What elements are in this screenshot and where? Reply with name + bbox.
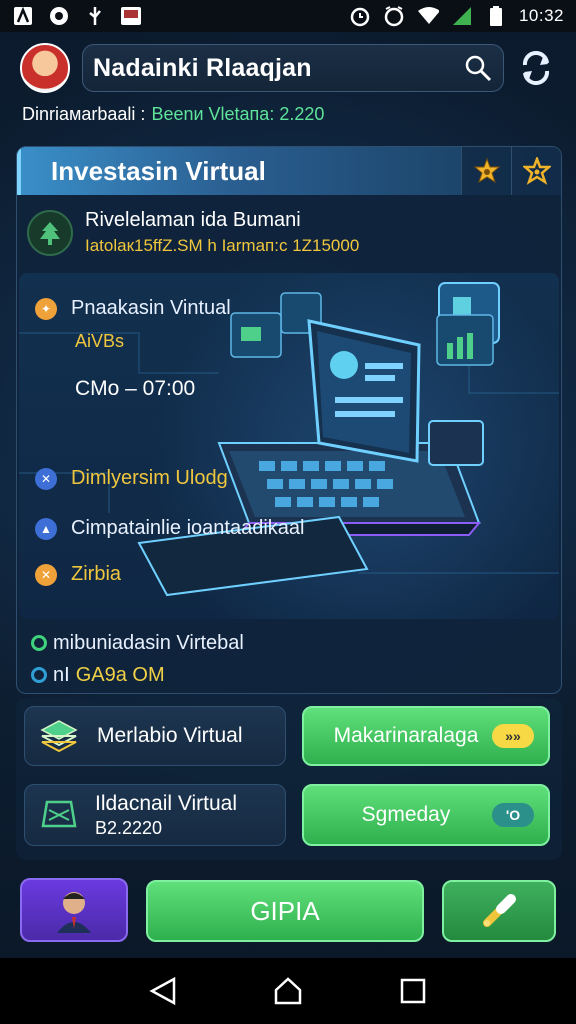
profile-meta: Iatolaк15ffZ.SM h Iarmaп:с 1Z15000 bbox=[85, 236, 360, 255]
footer-line-2: nI GA9a OM bbox=[31, 659, 244, 691]
orange-dot-icon: ✕ bbox=[35, 563, 57, 586]
status-time: 10:32 bbox=[518, 6, 564, 25]
top-bar: Nadainki Rlaaqjan bbox=[0, 38, 576, 98]
star-icon bbox=[522, 157, 551, 185]
investment-card: Investasin Virtual Rivelelaman ida Buman… bbox=[16, 146, 562, 694]
virtual-button-1[interactable]: Merlabio Virtual bbox=[24, 706, 286, 766]
back-icon[interactable] bbox=[145, 973, 181, 1009]
sync-icon[interactable] bbox=[516, 48, 556, 88]
card-footer: mibuniadasin Virtebal nI GA9a OM bbox=[31, 627, 244, 691]
blue-dot-icon: ▲ bbox=[35, 517, 57, 540]
card-header: Investasin Virtual bbox=[17, 147, 561, 195]
hero-item-3-label: Cimpatainlie ioantaadikaal bbox=[71, 517, 305, 539]
profile-row: Rivelelaman ida Bumani Iatolaк15ffZ.SM h… bbox=[17, 195, 561, 266]
dropper-button[interactable] bbox=[442, 880, 556, 942]
home-icon[interactable] bbox=[270, 973, 306, 1009]
tree-icon bbox=[27, 209, 73, 256]
blue-dot-icon: ✕ bbox=[35, 467, 57, 490]
hero-item-3[interactable]: ▲ Cimpatainlie ioantaadikaal bbox=[35, 517, 304, 540]
orange-dot-icon: ✦ bbox=[35, 297, 57, 320]
money-icon bbox=[41, 800, 77, 828]
dropper-icon bbox=[483, 894, 516, 927]
footer-line-1-text: mibuniadasin Virtebal bbox=[53, 631, 244, 654]
virtual-button-2[interactable]: Ildacnail Virtual B2.2220 bbox=[24, 784, 286, 846]
hero-item-2-label: Dimlyersim Ulodg bbox=[71, 467, 228, 489]
toggle-pill: 'O bbox=[492, 803, 534, 827]
profile-avatar[interactable] bbox=[20, 43, 70, 93]
user-avatar-icon bbox=[57, 892, 91, 933]
footer-line-2-prefix: nI bbox=[53, 663, 70, 686]
main-cta-label: GIPIA bbox=[250, 895, 320, 926]
search-icon[interactable] bbox=[463, 53, 493, 83]
subtitle-label: Dinriaмarbaali : bbox=[22, 104, 146, 124]
star-badge-icon bbox=[473, 157, 500, 184]
virtual-button-2-label: Ildacnail Virtual bbox=[95, 791, 238, 815]
hero-item-1[interactable]: ✦ Pnaakasin Vintual bbox=[35, 297, 231, 320]
hero-item-4[interactable]: ✕ Zirbia bbox=[35, 563, 121, 586]
virtual-button-2-sub: B2.2220 bbox=[95, 817, 163, 838]
green-action-button-2[interactable]: Sgmeday 'O bbox=[302, 784, 550, 846]
photo-icon bbox=[120, 5, 142, 27]
wifi-icon bbox=[417, 5, 439, 27]
header-actions bbox=[461, 147, 561, 195]
subtitle-row: Dinriaмarbaali : Beenи Vletaпa: 2.220 bbox=[22, 104, 324, 125]
card-title: Investasin Virtual bbox=[51, 155, 266, 186]
hero-item-1-label: Pnaakasin Vintual bbox=[71, 297, 231, 319]
app-a-icon bbox=[12, 5, 34, 27]
hero-item-4-label: Zirbia bbox=[71, 563, 122, 585]
search-bar[interactable]: Nadainki Rlaaqjan bbox=[82, 44, 504, 92]
ring-icon bbox=[31, 635, 47, 651]
hero-item-2[interactable]: ✕ Dimlyersim Ulodg bbox=[35, 467, 228, 490]
ring-icon bbox=[31, 667, 47, 683]
badge-pill: »» bbox=[492, 724, 534, 748]
hero-item-1-sub: AiVBs bbox=[75, 331, 125, 351]
profile-name: Rivelelaman ida Bumani bbox=[85, 209, 301, 231]
user-avatar-button[interactable] bbox=[20, 878, 128, 942]
alarm-clock-icon bbox=[383, 5, 405, 27]
green-action-button-2-label: Sgmeday bbox=[361, 803, 451, 826]
recents-icon[interactable] bbox=[395, 973, 431, 1009]
hero-price: CMo – 07:00 bbox=[75, 377, 196, 400]
system-nav-bar bbox=[0, 958, 576, 1024]
usb-icon bbox=[84, 5, 106, 27]
footer-line-1: mibuniadasin Virtebal bbox=[31, 627, 244, 659]
star-favorite-button[interactable] bbox=[511, 147, 561, 195]
search-text[interactable]: Nadainki Rlaaqjan bbox=[93, 54, 463, 83]
hero-illustration: ✦ Pnaakasin Vintual AiVBs CMo – 07:00 ✕ … bbox=[19, 273, 559, 619]
stack-icon bbox=[40, 720, 78, 753]
green-action-button-1[interactable]: Makarinaralaga »» bbox=[302, 706, 550, 766]
footer-line-2-value: GA9a OM bbox=[75, 663, 165, 686]
alarm-icon bbox=[349, 5, 371, 27]
green-action-button-1-label: Makarinaralaga bbox=[333, 724, 479, 747]
subtitle-value: Beenи Vletaпa: 2.220 bbox=[151, 104, 325, 124]
main-cta-button[interactable]: GIPIA bbox=[146, 880, 424, 942]
status-bar: 10:32 bbox=[0, 0, 576, 32]
virtual-button-1-label: Merlabio Virtual bbox=[97, 724, 243, 747]
signal-icon bbox=[451, 5, 473, 27]
star-badge-button[interactable] bbox=[461, 147, 511, 195]
chat-icon bbox=[48, 5, 70, 27]
battery-icon bbox=[485, 5, 507, 27]
